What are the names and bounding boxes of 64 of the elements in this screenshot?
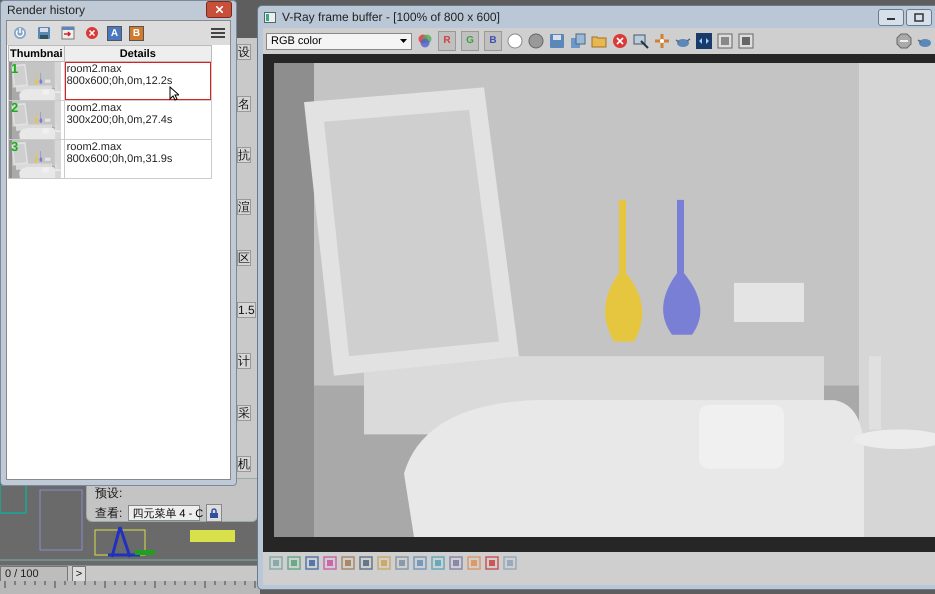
panel-label: 抗	[237, 147, 251, 163]
compare-button[interactable]: A	[107, 26, 122, 40]
panel-label: 采	[237, 404, 251, 420]
toolbar-icon[interactable]	[323, 556, 337, 570]
history-entry[interactable]: room2.max 800x600;0h,0m,31.9s	[64, 140, 211, 178]
toolbar-icon[interactable]	[305, 556, 319, 570]
window-title: V-Ray frame buffer - [100% of 800 x 600]	[282, 10, 500, 24]
delete-icon[interactable]	[612, 33, 628, 49]
window-icon	[264, 12, 276, 22]
delete-button[interactable]	[83, 24, 100, 42]
toolbar-icon[interactable]	[413, 556, 427, 570]
circle-icon[interactable]	[507, 33, 523, 49]
panel-label: 区	[237, 250, 251, 266]
region-icon[interactable]	[633, 33, 649, 49]
view-dropdown[interactable]: 四元菜单 4 - C	[128, 505, 200, 521]
close-button[interactable]	[206, 1, 232, 18]
panel-label: 名	[237, 96, 251, 112]
history-entry[interactable]: room2.max 800x600;0h,0m,12.2s	[64, 62, 211, 100]
toolbar-icon[interactable]	[359, 556, 373, 570]
close-icon	[216, 6, 222, 13]
crosshair-icon[interactable]	[654, 33, 670, 49]
stop-icon[interactable]	[896, 33, 912, 49]
cursor-icon	[168, 86, 179, 101]
copy-icon[interactable]	[570, 33, 586, 49]
power-button[interactable]	[11, 24, 28, 42]
row-number: 3	[11, 140, 18, 154]
minimize-button[interactable]	[878, 8, 904, 26]
maximize-button[interactable]	[906, 8, 932, 26]
lock-icon	[210, 508, 218, 518]
row-number: 2	[11, 101, 18, 115]
power-icon	[12, 26, 26, 40]
panel-label: 渲	[237, 198, 251, 214]
save-icon[interactable]	[549, 33, 565, 49]
panel-label: 1.5	[237, 302, 256, 318]
save-button[interactable]	[35, 24, 52, 42]
maximize-icon	[914, 12, 924, 22]
toolbar-icon[interactable]	[341, 556, 355, 570]
panel-label: 设	[237, 44, 251, 60]
next-frame-button[interactable]: >	[72, 566, 86, 582]
load-button[interactable]	[59, 24, 76, 42]
field-label: 预设:	[95, 485, 122, 502]
menu-icon	[210, 28, 224, 38]
sphere-icon[interactable]	[528, 33, 544, 49]
panel-label: 计	[237, 353, 251, 369]
load-icon	[60, 26, 74, 40]
row-number: 1	[11, 62, 18, 76]
history-entry[interactable]: room2.max 300x200;0h,0m,27.4s	[64, 101, 211, 139]
delete-icon	[84, 26, 98, 40]
column-header: Details	[64, 46, 212, 62]
column-header: Thumbnai	[8, 46, 64, 62]
frame-counter[interactable]: 0 / 100	[0, 566, 68, 582]
save-icon	[36, 26, 50, 40]
toolbar-icon[interactable]	[395, 556, 409, 570]
toolbar-icon[interactable]	[287, 556, 301, 570]
panel-label: 机	[237, 456, 251, 472]
color-channels-icon[interactable]	[417, 33, 433, 49]
channel-dropdown[interactable]: RGB color	[266, 32, 412, 50]
lock-button[interactable]	[206, 504, 222, 522]
field-label: 查看:	[95, 504, 122, 522]
toolbar-icon[interactable]	[449, 556, 463, 570]
window-title: Render history	[7, 2, 86, 16]
toolbar-icon[interactable]	[485, 556, 499, 570]
caret-icon	[400, 39, 407, 43]
channel-toggle[interactable]: B	[484, 31, 502, 51]
